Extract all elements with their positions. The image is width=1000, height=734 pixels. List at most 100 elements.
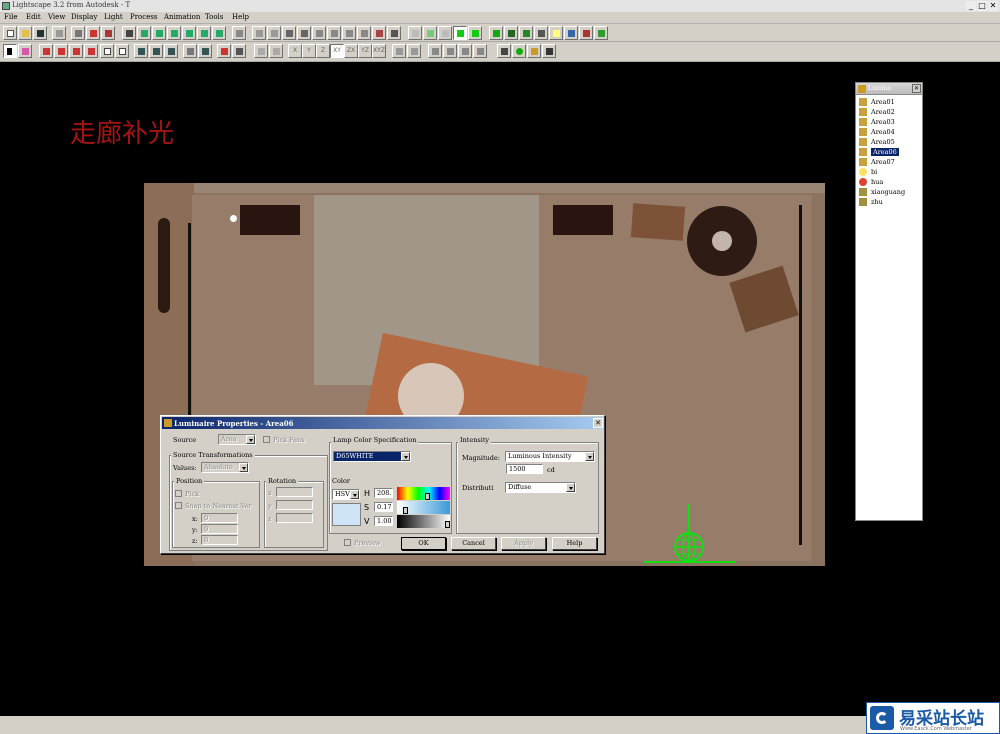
axis-xyz-button[interactable]: XYZ bbox=[372, 44, 386, 58]
cancel-button[interactable]: Cancel bbox=[451, 537, 496, 550]
saturation-thumb[interactable] bbox=[403, 507, 408, 514]
value-slider[interactable] bbox=[397, 515, 450, 528]
yellow-square-button[interactable] bbox=[549, 26, 563, 40]
view-6-button[interactable] bbox=[197, 26, 211, 40]
orbit-button[interactable] bbox=[252, 26, 266, 40]
view-4-button[interactable] bbox=[167, 26, 181, 40]
hue-field[interactable]: 208. bbox=[374, 488, 393, 498]
dialog-titlebar[interactable]: Luminaire Properties - Area06 ✕ bbox=[162, 417, 603, 429]
shading-5-button[interactable] bbox=[468, 26, 482, 40]
shading-2-button[interactable] bbox=[423, 26, 437, 40]
hue-thumb[interactable] bbox=[425, 493, 430, 500]
luminaires-titlebar[interactable]: Lumina ✕ bbox=[856, 83, 922, 95]
maximize-button[interactable]: □ bbox=[977, 1, 987, 11]
color-model-select[interactable]: HSV bbox=[332, 489, 360, 500]
select-1-button[interactable] bbox=[39, 44, 53, 58]
open-button[interactable] bbox=[18, 26, 32, 40]
menu-light[interactable]: Light bbox=[104, 13, 123, 21]
camera-button[interactable] bbox=[232, 26, 246, 40]
pick-checkbox[interactable] bbox=[175, 490, 182, 497]
copy-button[interactable] bbox=[100, 44, 114, 58]
tool-e-button[interactable] bbox=[198, 44, 212, 58]
light-4-button[interactable] bbox=[473, 44, 487, 58]
help-button[interactable] bbox=[86, 26, 100, 40]
list-button[interactable] bbox=[497, 44, 511, 58]
lamp-color-select[interactable]: D65WHITE bbox=[333, 451, 411, 462]
process-button[interactable] bbox=[594, 26, 608, 40]
shading-4-button[interactable] bbox=[453, 26, 467, 40]
view-2-button[interactable] bbox=[137, 26, 151, 40]
blocks-button[interactable] bbox=[519, 26, 533, 40]
luminaire-item-area03[interactable]: Area03 bbox=[858, 117, 922, 127]
tool-f-button[interactable] bbox=[217, 44, 231, 58]
rot-z-field[interactable] bbox=[276, 513, 313, 523]
source-select[interactable]: Area bbox=[218, 434, 256, 445]
select-2-button[interactable] bbox=[54, 44, 68, 58]
menu-tools[interactable]: Tools bbox=[205, 13, 223, 21]
view-1-button[interactable] bbox=[122, 26, 136, 40]
luminaire-item-area01[interactable]: Area01 bbox=[858, 97, 922, 107]
saturation-field[interactable]: 0.17 bbox=[374, 502, 393, 512]
luminaire-item-area04[interactable]: Area04 bbox=[858, 127, 922, 137]
render-button[interactable] bbox=[387, 26, 401, 40]
layers-button[interactable] bbox=[489, 26, 503, 40]
luminaires-close-button[interactable]: ✕ bbox=[912, 84, 921, 93]
pan-button[interactable] bbox=[267, 26, 281, 40]
select-light-button[interactable] bbox=[18, 44, 32, 58]
menu-animation[interactable]: Animation bbox=[164, 13, 200, 21]
select-3-button[interactable] bbox=[69, 44, 83, 58]
luminaire-item-xiaoguang[interactable]: xiaoguang bbox=[858, 187, 922, 197]
axis-xy-button[interactable]: XY bbox=[330, 44, 344, 58]
light-3-button[interactable] bbox=[458, 44, 472, 58]
luminaire-item-area05[interactable]: Area05 bbox=[858, 137, 922, 147]
luminaire-item-area02[interactable]: Area02 bbox=[858, 107, 922, 117]
roll-button[interactable] bbox=[357, 26, 371, 40]
axis-y-button[interactable]: Y bbox=[302, 44, 316, 58]
ok-button[interactable]: OK bbox=[401, 537, 446, 550]
zoom-window-button[interactable] bbox=[297, 26, 311, 40]
save-button[interactable] bbox=[33, 26, 47, 40]
tool-b-button[interactable] bbox=[149, 44, 163, 58]
menu-file[interactable]: File bbox=[4, 13, 17, 21]
luminaire-item-area07[interactable]: Area07 bbox=[858, 157, 922, 167]
minimize-button[interactable]: _ bbox=[966, 1, 976, 11]
view-5-button[interactable] bbox=[182, 26, 196, 40]
snap-1-button[interactable] bbox=[392, 44, 406, 58]
menu-edit[interactable]: Edit bbox=[26, 13, 41, 21]
preview-checkbox[interactable] bbox=[344, 539, 351, 546]
new-file-button[interactable] bbox=[3, 26, 17, 40]
tool-c-button[interactable] bbox=[164, 44, 178, 58]
pos-y-field[interactable]: 0 bbox=[201, 524, 238, 534]
shading-1-button[interactable] bbox=[408, 26, 422, 40]
hue-slider[interactable] bbox=[397, 487, 450, 500]
pencil-button[interactable] bbox=[534, 26, 548, 40]
print-button[interactable] bbox=[71, 26, 85, 40]
tool-g-button[interactable] bbox=[232, 44, 246, 58]
undo-button[interactable] bbox=[52, 26, 66, 40]
shading-3-button[interactable] bbox=[438, 26, 452, 40]
light-1-button[interactable] bbox=[428, 44, 442, 58]
light-2-button[interactable] bbox=[443, 44, 457, 58]
help-dialog-button[interactable]: Help bbox=[552, 537, 597, 550]
axis-x-button[interactable]: X bbox=[288, 44, 302, 58]
snap-2-button[interactable] bbox=[407, 44, 421, 58]
paste-button[interactable] bbox=[115, 44, 129, 58]
apply-button[interactable]: Apply bbox=[501, 537, 546, 550]
green-sphere-button[interactable] bbox=[512, 44, 526, 58]
menu-process[interactable]: Process bbox=[130, 13, 158, 21]
values-select[interactable]: Absolute bbox=[201, 462, 249, 473]
select-arrow-button[interactable] bbox=[3, 44, 17, 58]
tilt-button[interactable] bbox=[342, 26, 356, 40]
globe-button[interactable] bbox=[564, 26, 578, 40]
luminaire-item-area06[interactable]: Area06 bbox=[858, 147, 922, 157]
view-3-button[interactable] bbox=[152, 26, 166, 40]
pos-x-field[interactable]: 0 bbox=[201, 513, 238, 523]
rot-x-field[interactable] bbox=[276, 487, 313, 497]
light-gizmo[interactable] bbox=[640, 500, 740, 570]
tone-button[interactable] bbox=[579, 26, 593, 40]
snap-checkbox[interactable] bbox=[175, 502, 182, 509]
dolly-button[interactable] bbox=[327, 26, 341, 40]
pos-z-field[interactable]: 0 bbox=[201, 535, 238, 545]
select-4-button[interactable] bbox=[84, 44, 98, 58]
move-button[interactable] bbox=[254, 44, 268, 58]
